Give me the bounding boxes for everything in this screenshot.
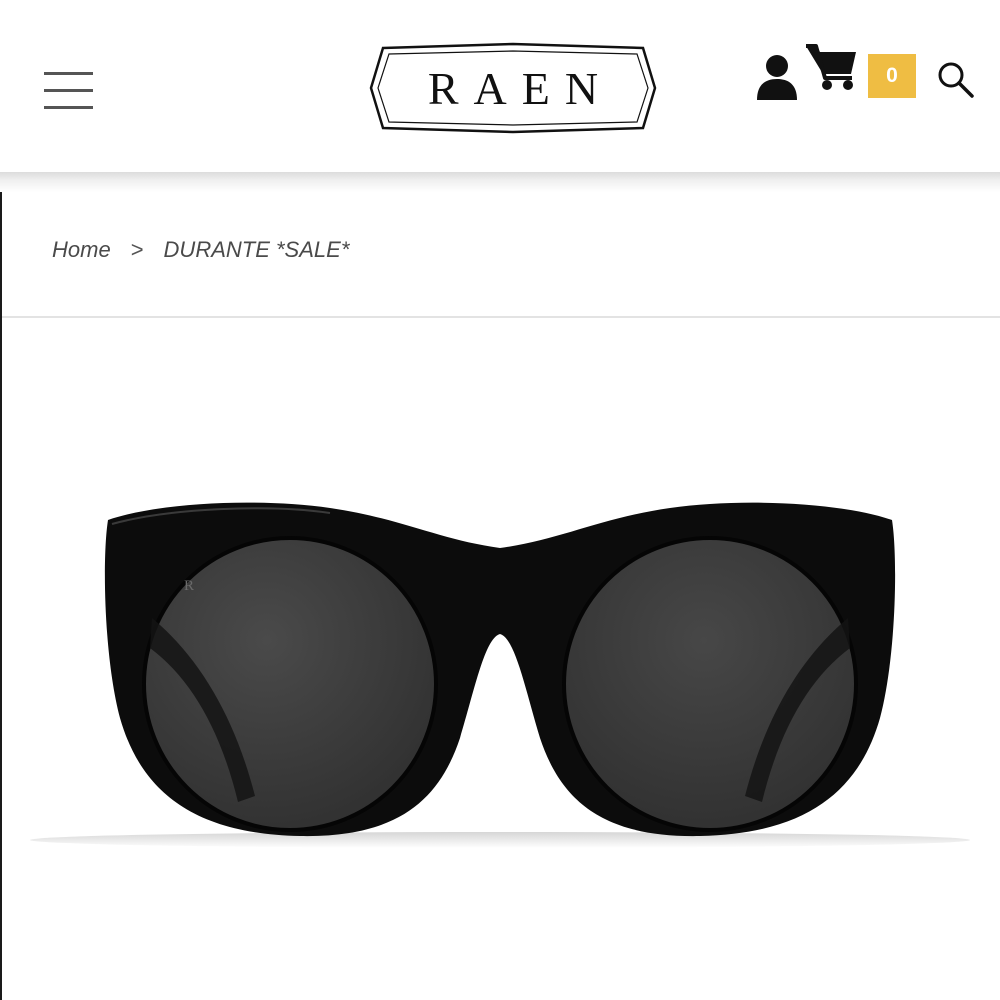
breadcrumb-current: DURANTE *SALE* bbox=[163, 237, 350, 262]
header-shadow bbox=[0, 172, 1000, 192]
breadcrumb: Home > DURANTE *SALE* bbox=[52, 234, 349, 266]
cart-count-badge[interactable]: 0 bbox=[868, 54, 916, 98]
raen-logo[interactable]: RAEN bbox=[367, 42, 659, 134]
menu-bar-top bbox=[44, 72, 93, 75]
product-image[interactable]: R bbox=[0, 318, 1000, 1000]
user-icon[interactable] bbox=[754, 52, 800, 102]
site-header: RAEN 0 bbox=[0, 0, 1000, 174]
shopping-cart-icon[interactable] bbox=[804, 42, 860, 92]
logo-text: RAEN bbox=[427, 62, 614, 114]
lens-logo-mark: R bbox=[184, 578, 194, 594]
breadcrumb-separator: > bbox=[130, 237, 144, 262]
hamburger-menu-icon[interactable] bbox=[44, 70, 94, 112]
floor-shadow bbox=[30, 832, 970, 848]
menu-bar-middle bbox=[44, 89, 93, 92]
search-icon[interactable] bbox=[936, 60, 976, 100]
breadcrumb-home-link[interactable]: Home bbox=[52, 237, 111, 263]
menu-bar-bottom bbox=[44, 106, 93, 109]
sunglasses-image: R bbox=[30, 502, 970, 848]
